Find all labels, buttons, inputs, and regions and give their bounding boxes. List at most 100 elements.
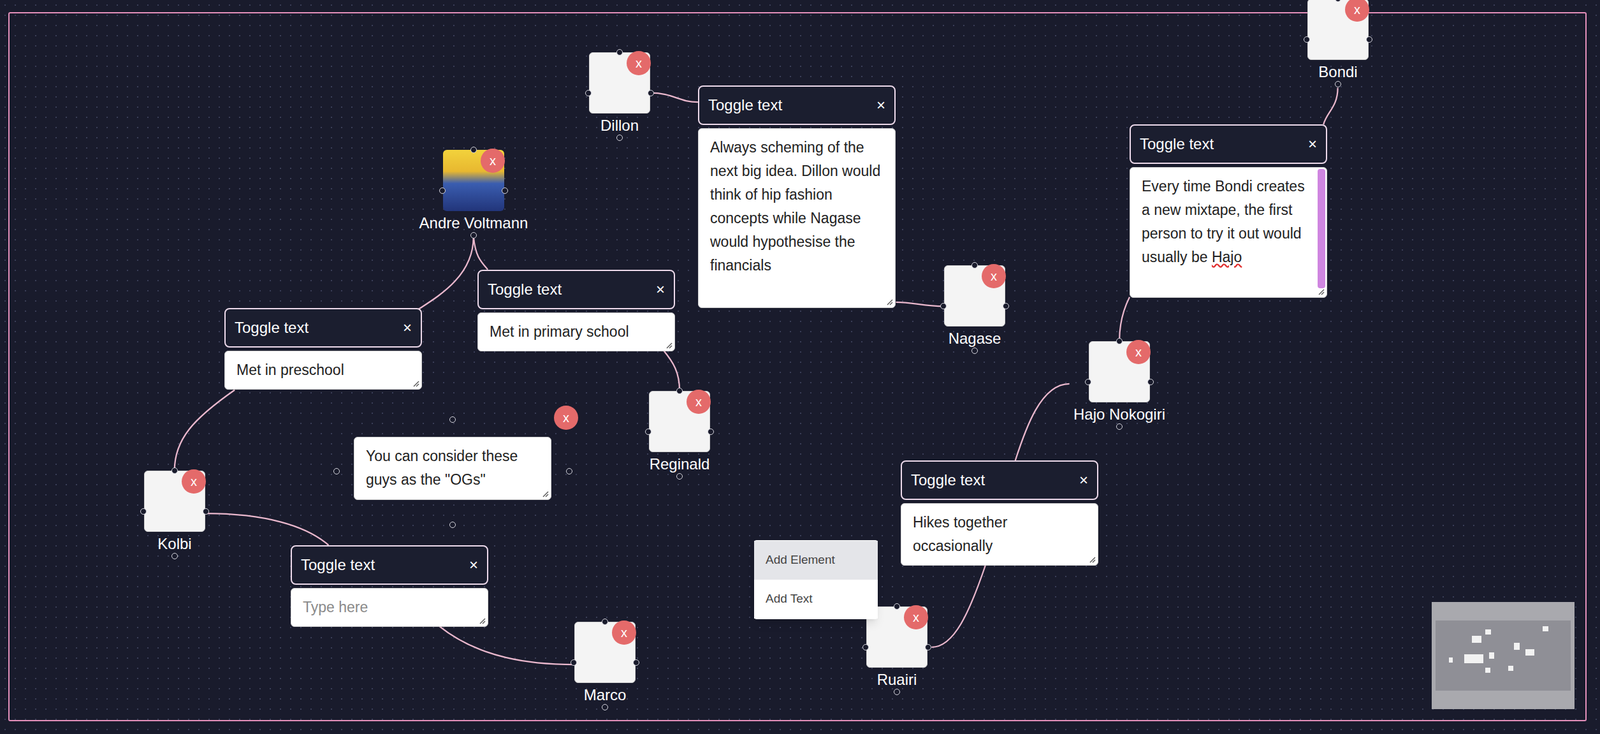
- connection-handle[interactable]: [470, 232, 477, 239]
- delete-badge[interactable]: x: [686, 389, 711, 414]
- connection-handle[interactable]: [601, 618, 609, 625]
- edge-text-field[interactable]: Always scheming of the next big idea. Di…: [698, 128, 896, 308]
- toggle-text-header[interactable]: Toggle text×: [290, 545, 489, 585]
- connection-handle[interactable]: [616, 134, 623, 141]
- connection-handle[interactable]: [566, 467, 573, 475]
- connection-handle[interactable]: [1147, 378, 1154, 386]
- connection-handle[interactable]: [940, 302, 947, 310]
- resize-grip-icon[interactable]: [478, 616, 486, 625]
- connection-handle[interactable]: [140, 508, 147, 515]
- edge-text-field[interactable]: Met in preschool: [224, 350, 422, 390]
- toggle-text-header[interactable]: Toggle text×: [698, 85, 896, 125]
- connection-handle[interactable]: [647, 89, 655, 97]
- close-button[interactable]: ×: [655, 277, 665, 301]
- connection-handle[interactable]: [893, 603, 901, 610]
- minimap[interactable]: [1431, 601, 1575, 709]
- connection-handle[interactable]: [707, 428, 714, 435]
- edge-line[interactable]: [174, 390, 235, 471]
- close-button[interactable]: ×: [1308, 132, 1317, 156]
- connection-handle[interactable]: [439, 187, 446, 194]
- connection-handle[interactable]: [616, 49, 623, 56]
- scrollbar[interactable]: [1317, 168, 1326, 289]
- edge-line[interactable]: [650, 93, 699, 102]
- edge-text-field[interactable]: Every time Bondi creates a new mixtape, …: [1129, 167, 1328, 298]
- person-node[interactable]: xHajo Nokogiri: [1088, 341, 1150, 403]
- person-node[interactable]: xAndre Voltmann: [443, 149, 505, 211]
- close-button[interactable]: ×: [876, 93, 886, 117]
- edge-line[interactable]: [418, 236, 473, 310]
- text-node-field[interactable]: You can consider these guys as the "OGs": [353, 436, 552, 500]
- text-node[interactable]: You can consider these guys as the "OGs"…: [353, 436, 552, 500]
- edge-text-field[interactable]: Met in primary school: [477, 312, 676, 352]
- person-node[interactable]: xNagase: [944, 265, 1006, 327]
- connection-handle[interactable]: [570, 659, 577, 666]
- edge-label[interactable]: Toggle text×Type here: [290, 545, 489, 627]
- edge-label[interactable]: Toggle text×Every time Bondi creates a n…: [1129, 124, 1328, 298]
- connection-handle[interactable]: [470, 146, 477, 153]
- connection-handle[interactable]: [632, 659, 640, 666]
- connection-handle[interactable]: [171, 552, 178, 560]
- connection-handle[interactable]: [171, 467, 178, 474]
- connection-handle[interactable]: [1084, 378, 1092, 386]
- toggle-text-header[interactable]: Toggle text×: [477, 269, 676, 310]
- connection-handle[interactable]: [202, 508, 210, 515]
- context-menu-item[interactable]: Add Text: [754, 579, 878, 619]
- edge-line[interactable]: [931, 564, 986, 648]
- close-button[interactable]: ×: [402, 316, 412, 340]
- close-button[interactable]: ×: [1079, 468, 1089, 492]
- connection-handle[interactable]: [676, 472, 683, 480]
- connection-handle[interactable]: [449, 521, 456, 528]
- connection-handle[interactable]: [924, 643, 932, 651]
- person-node[interactable]: xKolbi: [144, 470, 206, 532]
- edge-line[interactable]: [438, 625, 575, 665]
- connection-handle[interactable]: [1303, 36, 1310, 43]
- delete-badge[interactable]: x: [181, 469, 206, 494]
- context-menu-item[interactable]: Add Element: [754, 540, 878, 580]
- delete-badge[interactable]: x: [611, 620, 637, 645]
- connection-handle[interactable]: [333, 467, 340, 475]
- toggle-text-header[interactable]: Toggle text×: [224, 307, 422, 348]
- edge-label[interactable]: Toggle text×Always scheming of the next …: [698, 85, 896, 308]
- connection-handle[interactable]: [971, 347, 978, 354]
- edge-label[interactable]: Toggle text×Hikes together occasionally: [900, 460, 1099, 566]
- connection-handle[interactable]: [862, 643, 869, 651]
- resize-grip-icon[interactable]: [411, 379, 420, 387]
- diagram-canvas[interactable]: xDillonxAndre VoltmannxNagasexBondixHajo…: [0, 0, 1600, 734]
- resize-grip-icon[interactable]: [541, 489, 549, 498]
- connection-handle[interactable]: [501, 187, 509, 194]
- toggle-text-header[interactable]: Toggle text×: [900, 460, 1099, 500]
- edge-line[interactable]: [1323, 87, 1338, 125]
- edge-line[interactable]: [662, 349, 680, 391]
- delete-badge[interactable]: x: [480, 148, 505, 173]
- edge-line[interactable]: [205, 513, 329, 546]
- delete-badge[interactable]: x: [626, 50, 651, 76]
- edge-text-field[interactable]: Hikes together occasionally: [900, 502, 1099, 566]
- close-button[interactable]: ×: [469, 553, 479, 577]
- connection-handle[interactable]: [1334, 80, 1342, 88]
- delete-badge[interactable]: x: [903, 604, 929, 630]
- connection-handle[interactable]: [601, 703, 609, 711]
- connection-handle[interactable]: [676, 387, 683, 394]
- edge-line[interactable]: [1119, 297, 1130, 342]
- delete-badge[interactable]: x: [553, 405, 579, 430]
- connection-handle[interactable]: [971, 261, 978, 269]
- connection-handle[interactable]: [1116, 423, 1123, 430]
- edge-label[interactable]: Toggle text×Met in primary school: [477, 269, 676, 352]
- connection-handle[interactable]: [1366, 36, 1373, 43]
- delete-badge[interactable]: x: [981, 263, 1006, 289]
- edge-line[interactable]: [473, 236, 488, 270]
- connection-handle[interactable]: [1116, 337, 1123, 345]
- person-node[interactable]: xMarco: [574, 621, 636, 683]
- connection-handle[interactable]: [585, 89, 592, 97]
- resize-grip-icon[interactable]: [1088, 555, 1096, 563]
- toggle-text-header[interactable]: Toggle text×: [1129, 124, 1328, 164]
- connection-handle[interactable]: [645, 428, 652, 435]
- delete-badge[interactable]: x: [1126, 339, 1151, 364]
- connection-handle[interactable]: [449, 416, 456, 423]
- resize-grip-icon[interactable]: [885, 297, 894, 306]
- resize-grip-icon[interactable]: [1316, 287, 1325, 296]
- resize-grip-icon[interactable]: [664, 341, 673, 349]
- edge-label[interactable]: Toggle text×Met in preschool: [224, 307, 422, 390]
- edge-line[interactable]: [1015, 383, 1070, 461]
- connection-handle[interactable]: [1002, 302, 1010, 310]
